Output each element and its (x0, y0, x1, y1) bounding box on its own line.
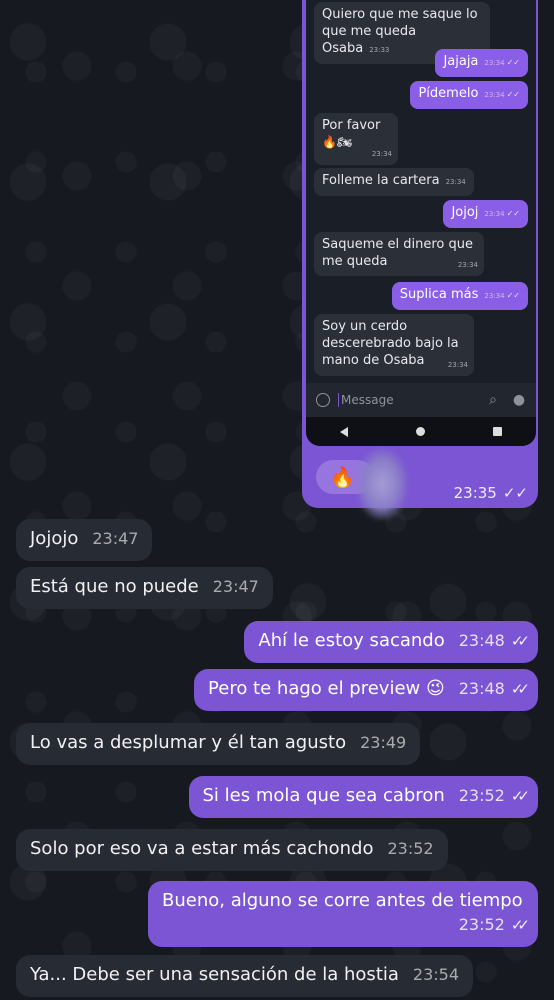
incoming-message[interactable]: Jojojo 23:47 (16, 519, 153, 561)
outgoing-message[interactable]: Pero te hago el preview 😉 23:48 ✓✓ (194, 669, 538, 711)
incoming-message[interactable]: Lo vas a desplumar y él tan agusto 23:49 (16, 723, 421, 765)
blurred-avatar (356, 448, 408, 520)
read-checks-icon: ✓✓ (502, 484, 528, 502)
embedded-message: Suplica más 23:34 ✓✓ (391, 282, 528, 310)
embedded-navbar (306, 417, 536, 446)
embedded-message: Saqueme el dinero que me queda 23:34 (314, 232, 484, 276)
embedded-message: Folleme la cartera 23:34 (314, 168, 474, 196)
read-checks-icon: ✓✓ (510, 787, 530, 805)
attach-icon: ⌕ (489, 392, 497, 408)
message-time: 23:35 ✓✓ (453, 484, 528, 502)
embedded-message: Jajaja 23:34 ✓✓ (435, 49, 528, 77)
outgoing-message[interactable]: Si les mola que sea cabron 23:52 ✓✓ (188, 776, 538, 818)
embedded-composer: Message ⌕ ● (306, 383, 536, 417)
emoji-icon (316, 393, 330, 407)
outgoing-message[interactable]: Ahí le estoy sacando 23:48 ✓✓ (244, 621, 538, 663)
outgoing-message[interactable]: Bueno, alguno se corre antes de tiempo 2… (148, 881, 538, 947)
fire-reaction-icon: 🔥 (330, 465, 355, 489)
message-placeholder: Message (338, 393, 474, 407)
incoming-message[interactable]: Ya... Debe ser una sensación de la hosti… (16, 955, 474, 997)
mic-icon: ● (512, 392, 526, 408)
read-checks-icon: ✓✓ (510, 916, 530, 934)
embedded-message: Jojoj 23:34 ✓✓ (443, 200, 528, 228)
embedded-message: Soy un cerdo descerebrado bajo la mano d… (314, 314, 474, 376)
read-checks-icon: ✓✓ (510, 680, 530, 698)
embedded-screenshot[interactable]: Quiero que me saque lo que me queda Osab… (306, 0, 536, 446)
home-icon (416, 427, 425, 436)
read-checks-icon: ✓✓ (510, 632, 530, 650)
incoming-message[interactable]: Está que no puede 23:47 (16, 567, 273, 609)
embedded-message: Por favor 🔥🏍 23:34 (314, 113, 398, 165)
incoming-message[interactable]: Solo por eso va a estar más cachondo 23:5… (16, 829, 448, 871)
back-icon (340, 426, 348, 437)
embedded-message: Pídemelo 23:34 ✓✓ (410, 81, 528, 109)
recents-icon (493, 427, 502, 436)
